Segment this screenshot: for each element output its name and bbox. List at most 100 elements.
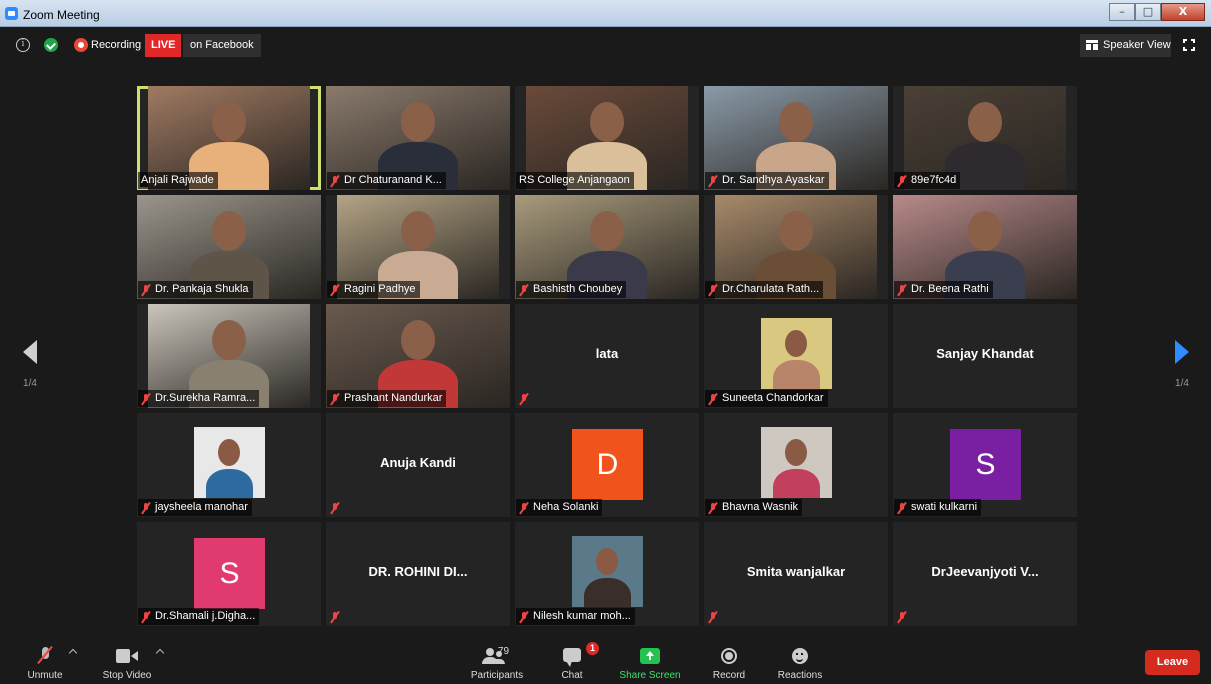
reactions-smiley-icon <box>792 648 808 664</box>
participant-tile[interactable]: D Neha Solanki <box>515 413 699 517</box>
participant-name-tag: Dr Chaturanand K... <box>327 172 446 189</box>
participant-figure-head <box>779 102 813 142</box>
video-options-chevron-icon[interactable] <box>155 648 165 658</box>
stop-video-label: Stop Video <box>102 670 152 681</box>
mic-muted-icon <box>141 502 151 514</box>
participant-name: Dr. Pankaja Shukla <box>155 283 249 295</box>
avatar-initial: D <box>572 429 643 500</box>
participant-tile[interactable]: Dr. Pankaja Shukla <box>137 195 321 299</box>
avatar-initial: S <box>950 429 1021 500</box>
participant-tile[interactable]: RS College Anjangaon <box>515 86 699 190</box>
participant-name-tag: Anjali Rajwade <box>138 172 218 189</box>
participant-name: RS College Anjangaon <box>519 174 630 186</box>
participant-tile[interactable]: Dr. Sandhya Ayaskar <box>704 86 888 190</box>
participant-name-tag: Dr.Surekha Ramra... <box>138 390 260 407</box>
participant-tile[interactable]: Suneeta Chandorkar <box>704 304 888 408</box>
profile-figure-body <box>584 578 631 607</box>
mic-muted-icon <box>519 611 529 623</box>
mic-muted-icon <box>897 175 907 187</box>
profile-figure-head <box>785 330 807 357</box>
participant-tile[interactable]: Ragini Padhye <box>326 195 510 299</box>
chat-bubble-icon <box>563 648 581 667</box>
participant-name-tag <box>705 608 726 625</box>
participant-tile[interactable]: Smita wanjalkar <box>704 522 888 626</box>
participant-figure-head <box>590 211 624 251</box>
participant-display-name: Smita wanjalkar <box>746 564 846 579</box>
participant-tile[interactable]: DrJeevanjyoti V... <box>893 522 1077 626</box>
security-shield-icon[interactable] <box>44 38 58 52</box>
participant-name: Dr.Surekha Ramra... <box>155 392 256 404</box>
leave-button[interactable]: Leave <box>1145 650 1200 675</box>
mic-muted-icon <box>708 175 718 187</box>
mic-muted-icon <box>708 502 718 514</box>
previous-page-button[interactable]: 1/4 <box>15 340 45 389</box>
participant-figure-head <box>968 211 1002 251</box>
participant-tile[interactable]: S Dr.Shamali j.Digha... <box>137 522 321 626</box>
participant-tile[interactable]: Dr.Surekha Ramra... <box>137 304 321 408</box>
profile-figure-head <box>785 439 807 466</box>
participant-tile[interactable]: Anuja Kandi <box>326 413 510 517</box>
mic-muted-icon <box>897 284 907 296</box>
participant-name-tag: Bhavna Wasnik <box>705 499 803 516</box>
participant-tile[interactable]: Bhavna Wasnik <box>704 413 888 517</box>
participant-name-tag: swati kulkarni <box>894 499 982 516</box>
speaker-view-label: Speaker View <box>1103 39 1171 51</box>
page-indicator-left: 1/4 <box>23 378 37 389</box>
fullscreen-icon[interactable] <box>1183 39 1195 51</box>
participant-name-tag: jaysheela manohar <box>138 499 252 516</box>
profile-figure-head <box>596 548 618 575</box>
share-screen-button[interactable]: Share Screen <box>616 640 684 684</box>
participant-tile[interactable]: jaysheela manohar <box>137 413 321 517</box>
participants-button[interactable]: 79 Participants <box>466 640 528 684</box>
participant-name-tag: Neha Solanki <box>516 499 603 516</box>
share-screen-label: Share Screen <box>619 670 681 681</box>
participant-tile[interactable]: 89e7fc4d <box>893 86 1077 190</box>
reactions-label: Reactions <box>777 670 823 681</box>
participant-tile[interactable]: Sswati kulkarni <box>893 413 1077 517</box>
participant-figure-head <box>401 102 435 142</box>
mic-muted-icon <box>330 611 340 623</box>
profile-photo <box>194 427 265 498</box>
reactions-button[interactable]: Reactions <box>774 640 826 684</box>
participant-figure-head <box>590 102 624 142</box>
participants-label: Participants <box>470 670 524 681</box>
recording-dot-icon <box>74 38 88 52</box>
meeting-topbar: i Recording LIVE on Facebook Speaker Vie… <box>0 27 1211 63</box>
mic-muted-icon <box>330 502 340 514</box>
participant-tile[interactable]: Bashisth Choubey <box>515 195 699 299</box>
unmute-button[interactable]: Unmute <box>22 640 68 684</box>
participant-name-tag: Dr.Shamali j.Digha... <box>138 608 260 625</box>
speaker-view-button[interactable]: Speaker View <box>1080 34 1171 57</box>
chat-label: Chat <box>561 670 583 681</box>
audio-options-chevron-icon[interactable] <box>68 648 78 658</box>
participant-tile[interactable]: Dr. Beena Rathi <box>893 195 1077 299</box>
maximize-button[interactable]: □ <box>1135 3 1161 21</box>
participant-tile[interactable]: lata <box>515 304 699 408</box>
mic-muted-icon <box>330 284 340 296</box>
participant-tile[interactable]: Anjali Rajwade <box>137 86 321 190</box>
close-button[interactable]: X <box>1161 3 1205 21</box>
participant-name: 89e7fc4d <box>911 174 957 186</box>
stop-video-button[interactable]: Stop Video <box>98 640 156 684</box>
participants-count: 79 <box>498 646 510 657</box>
participant-tile[interactable]: DR. ROHINI DI... <box>326 522 510 626</box>
profile-photo <box>761 427 832 498</box>
live-target-label[interactable]: on Facebook <box>183 34 261 57</box>
participant-display-name: DrJeevanjyoti V... <box>931 564 1039 579</box>
participant-figure-head <box>968 102 1002 142</box>
participant-tile[interactable]: Nilesh kumar moh... <box>515 522 699 626</box>
participant-tile[interactable]: Dr Chaturanand K... <box>326 86 510 190</box>
meeting-toolbar: Unmute Stop Video 79 Participants 1 Chat… <box>0 640 1211 684</box>
minimize-button[interactable]: – <box>1109 3 1135 21</box>
participant-tile[interactable]: Sanjay Khandat <box>893 304 1077 408</box>
participant-name-tag: Bashisth Choubey <box>516 281 627 298</box>
chat-button[interactable]: 1 Chat <box>552 640 599 684</box>
record-button[interactable]: Record <box>708 640 750 684</box>
participant-tile[interactable]: Prashant Nandurkar <box>326 304 510 408</box>
next-page-button[interactable]: 1/4 <box>1167 340 1197 389</box>
mic-muted-icon <box>141 611 151 623</box>
participant-tile[interactable]: Dr.Charulata Rath... <box>704 195 888 299</box>
participant-display-name: Sanjay Khandat <box>936 346 1034 361</box>
info-icon[interactable]: i <box>16 38 30 52</box>
participant-name: swati kulkarni <box>911 501 978 513</box>
